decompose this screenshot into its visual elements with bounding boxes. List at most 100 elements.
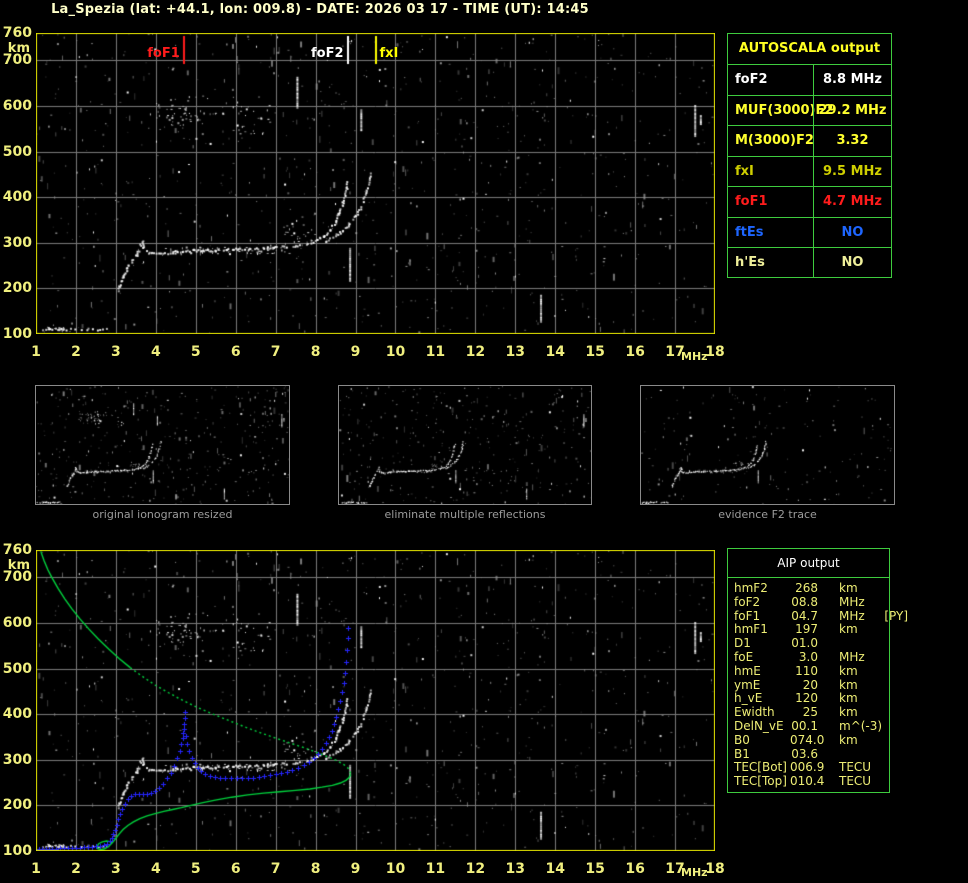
x-tick-label: 13 xyxy=(505,861,526,877)
param-label: TEC[Bot] xyxy=(734,760,787,775)
param-extra xyxy=(872,651,908,665)
autoscala-row-ftes: ftEs NO xyxy=(728,216,891,247)
aip-row-hve: h_vE 120 km xyxy=(734,692,889,706)
thumbnail-original-ionogram xyxy=(35,385,290,505)
aip-row-b1: B1 03.6 xyxy=(734,746,889,762)
marker-label-fxi: fxI xyxy=(379,46,399,61)
aip-row-hmf1: hmF1 197 km xyxy=(734,623,889,637)
aip-row-tecbot: TEC[Bot] 006.9 TECU xyxy=(734,761,889,775)
param-value: 25 xyxy=(802,705,818,720)
param-value: 00.1 xyxy=(791,718,818,733)
x-tick-label: 14 xyxy=(545,861,565,877)
y-tick-label: 400 xyxy=(2,706,32,723)
x-tick-label: 11 xyxy=(425,344,446,360)
param-extra xyxy=(872,775,908,789)
param-label: h_vE xyxy=(734,691,763,706)
param-value: 3.32 xyxy=(813,126,891,156)
param-label: hmE xyxy=(734,663,761,678)
thumbnail-eliminate-reflections xyxy=(338,385,592,505)
thumbnail-caption-2: eliminate multiple reflections xyxy=(384,508,546,521)
param-extra xyxy=(872,637,908,651)
thumbnail-caption-3: evidence F2 trace xyxy=(718,508,817,521)
autoscala-output-table: AUTOSCALA output foF2 8.8 MHz MUF(3000)F2 2… xyxy=(727,33,892,278)
x-tick-label: 12 xyxy=(465,861,486,877)
y-tick-label: 200 xyxy=(2,280,32,297)
bottom-km-unit-label: km xyxy=(7,558,30,573)
x-tick-label: 5 xyxy=(190,344,201,360)
param-unit: MHz xyxy=(839,649,865,664)
y-tick-label: 200 xyxy=(2,797,32,814)
x-tick-label: 13 xyxy=(505,344,526,360)
aip-row-fof1: foF1 04.7 MHz [PY] xyxy=(734,608,908,624)
param-value: 08.8 xyxy=(791,594,818,609)
param-label: hmF1 xyxy=(734,622,768,637)
param-label: M(3000)F2 xyxy=(735,133,814,148)
x-tick-label: 1 xyxy=(31,861,41,877)
x-tick-label: 6 xyxy=(230,344,241,360)
y-tick-label: 500 xyxy=(2,143,32,160)
x-tick-label: 16 xyxy=(625,861,645,877)
x-tick-label: 15 xyxy=(585,861,605,877)
thumbnail-evidence-f2-trace xyxy=(640,385,895,505)
param-label: foF1 xyxy=(734,608,761,623)
y-tick-label: 600 xyxy=(2,614,32,631)
param-label: B1 xyxy=(734,746,750,761)
x-tick-label: 14 xyxy=(545,344,565,360)
param-unit: km xyxy=(839,622,858,637)
x-tick-label: 16 xyxy=(625,344,645,360)
x-tick-label: 7 xyxy=(270,344,281,360)
param-label: foF2 xyxy=(735,72,768,87)
y-tick-label: 600 xyxy=(2,97,32,114)
param-value: 8.8 MHz xyxy=(813,65,891,95)
param-value: 20 xyxy=(802,677,818,692)
param-label: ftEs xyxy=(735,224,764,240)
aip-row-foe: foE 3.0 MHz xyxy=(734,649,889,665)
param-value: 9.5 MHz xyxy=(813,156,891,186)
param-unit: MHz xyxy=(839,608,865,623)
param-label: TEC[Top] xyxy=(734,774,787,789)
param-value: 120 xyxy=(795,691,818,706)
param-unit: km xyxy=(839,663,858,678)
x-tick-label: 3 xyxy=(111,344,121,360)
param-unit: km xyxy=(839,581,858,595)
param-extra xyxy=(872,692,908,706)
param-unit: km xyxy=(839,677,858,692)
aip-row-hmf2: hmF2 268 km xyxy=(734,581,889,596)
param-value: 010.4 xyxy=(790,774,825,789)
param-value: 4.7 MHz xyxy=(813,187,891,217)
x-tick-label: 5 xyxy=(190,861,201,877)
param-extra xyxy=(872,596,908,610)
param-label: ymE xyxy=(734,677,761,692)
x-tick-label: 7 xyxy=(270,861,281,877)
param-unit: TECU xyxy=(839,774,872,789)
aip-row-b0: B0 074.0 km xyxy=(734,732,889,748)
x-tick-label: 15 xyxy=(585,344,605,360)
param-value: 074.0 xyxy=(790,732,825,747)
x-tick-label: 9 xyxy=(350,344,361,360)
thumbnail-caption-1: original ionogram resized xyxy=(92,508,233,521)
autoscala-row-muf3000f2: MUF(3000)F2 29.2 MHz xyxy=(728,94,891,125)
param-value: 110 xyxy=(795,663,818,678)
autoscala-row-m3000f2: M(3000)F2 3.32 xyxy=(728,125,891,156)
param-label: D1 xyxy=(734,636,751,651)
param-extra xyxy=(872,748,908,762)
x-tick-label: 3 xyxy=(111,861,121,877)
y-tick-label: 760 xyxy=(2,542,32,558)
aip-row-hme: hmE 110 km xyxy=(734,663,889,679)
param-value: 03.6 xyxy=(791,746,818,761)
param-value: NO xyxy=(813,217,891,247)
y-tick-label: 100 xyxy=(2,326,32,342)
param-label: fxI xyxy=(735,163,754,179)
param-value: 01.0 xyxy=(791,636,818,651)
y-tick-label: 500 xyxy=(2,660,32,677)
top-mhz-unit-label: MHz xyxy=(681,350,708,363)
param-extra xyxy=(872,720,908,734)
param-label: Ewidth xyxy=(734,705,775,720)
marker-label-fof2: foF2 xyxy=(311,46,344,61)
x-tick-label: 8 xyxy=(310,344,321,360)
marker-label-fof1: foF1 xyxy=(147,46,180,61)
param-label: foF2 xyxy=(734,594,761,609)
param-label: B0 xyxy=(734,732,750,747)
param-label: foF1 xyxy=(735,194,768,209)
param-value: 04.7 xyxy=(791,608,818,623)
